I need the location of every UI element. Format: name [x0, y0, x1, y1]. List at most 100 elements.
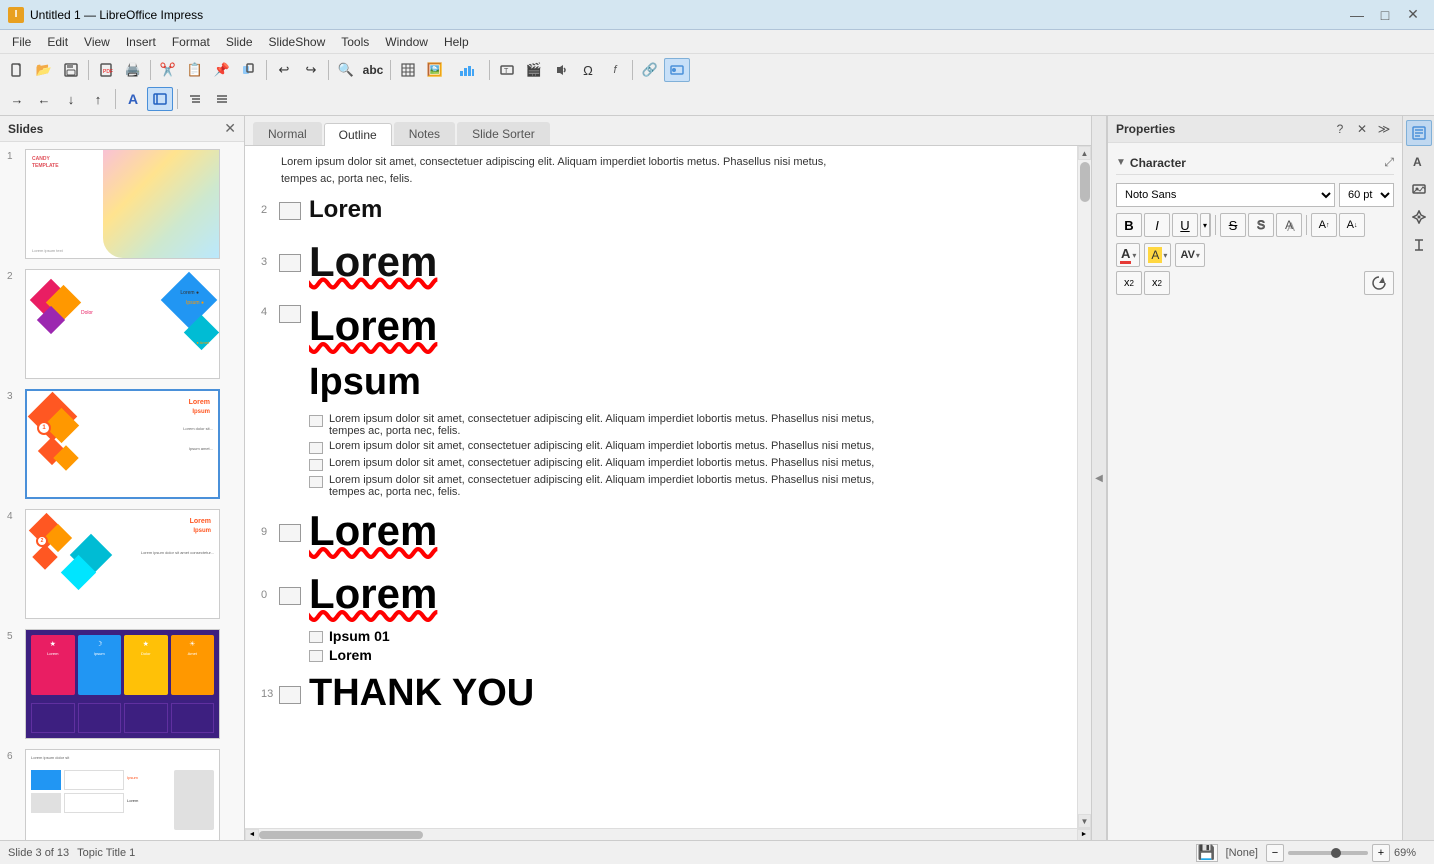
- menu-slide[interactable]: Slide: [218, 33, 261, 51]
- arrow-up-button[interactable]: ↑: [85, 87, 111, 111]
- insert-image-button[interactable]: 🖼️: [422, 58, 448, 82]
- minimize-button[interactable]: —: [1344, 5, 1370, 25]
- maximize-button[interactable]: □: [1372, 5, 1398, 25]
- save-status-button[interactable]: 💾: [1196, 844, 1218, 862]
- new-button[interactable]: [4, 58, 30, 82]
- undo-button[interactable]: ↩: [271, 58, 297, 82]
- insert-textbox-button[interactable]: T: [494, 58, 520, 82]
- hscroll-thumb[interactable]: [259, 831, 423, 839]
- arrow-left-button[interactable]: ←: [31, 87, 57, 111]
- open-button[interactable]: 📂: [31, 58, 57, 82]
- menu-view[interactable]: View: [76, 33, 118, 51]
- zoom-out-button[interactable]: −: [1266, 844, 1284, 862]
- properties-help-button[interactable]: ?: [1330, 120, 1350, 138]
- slide-item-6[interactable]: 6 Lorem ipsum dolor sit Ipsum Lorem: [4, 746, 240, 840]
- gallery-panel-icon[interactable]: [1406, 176, 1432, 202]
- print-button[interactable]: 🖨️: [120, 58, 146, 82]
- menu-help[interactable]: Help: [436, 33, 477, 51]
- hscroll-right-arrow[interactable]: ►: [1077, 829, 1091, 841]
- menu-tools[interactable]: Tools: [333, 33, 377, 51]
- slide-item-3[interactable]: 3 1 Lorem Ipsum Lorem dolor sit... Ipsum…: [4, 386, 240, 502]
- insert-special-button[interactable]: Ω: [575, 58, 601, 82]
- decrease-font-button[interactable]: A↓: [1339, 213, 1365, 237]
- slide-item-1[interactable]: 1 CANDYTEMPLATE Lorem ipsum text: [4, 146, 240, 262]
- insert-movie-button[interactable]: 🎬: [521, 58, 547, 82]
- menu-file[interactable]: File: [4, 33, 39, 51]
- tab-normal[interactable]: Normal: [253, 122, 322, 145]
- scroll-up-arrow[interactable]: ▲: [1078, 146, 1091, 160]
- subscript-button[interactable]: x2: [1144, 271, 1170, 295]
- underline-button[interactable]: U: [1172, 213, 1198, 237]
- outline-button[interactable]: S: [1248, 213, 1274, 237]
- zoom-slider[interactable]: [1288, 851, 1368, 855]
- export-pdf-button[interactable]: PDF: [93, 58, 119, 82]
- outline-increase[interactable]: [182, 87, 208, 111]
- vertical-scrollbar[interactable]: ▲ ▼: [1077, 146, 1091, 828]
- properties-close-button[interactable]: ✕: [1352, 120, 1372, 138]
- copy-button[interactable]: 📋: [182, 58, 208, 82]
- highlight-dropdown[interactable]: ▾: [1163, 251, 1167, 260]
- zoom-button[interactable]: 🔍: [333, 58, 359, 82]
- close-button[interactable]: ✕: [1400, 5, 1426, 25]
- menu-format[interactable]: Format: [164, 33, 218, 51]
- menu-edit[interactable]: Edit: [39, 33, 76, 51]
- italic-button[interactable]: I: [1144, 213, 1170, 237]
- outline-decrease[interactable]: [209, 87, 235, 111]
- menu-window[interactable]: Window: [377, 33, 436, 51]
- scroll-down-arrow[interactable]: ▼: [1078, 814, 1091, 828]
- insert-table-button[interactable]: [395, 58, 421, 82]
- strikethrough-button[interactable]: S: [1220, 213, 1246, 237]
- highlight-color-button[interactable]: A ▾: [1144, 243, 1171, 267]
- section-expand-icon[interactable]: ⤢: [1384, 155, 1394, 170]
- character-spacing-button[interactable]: AV ▾: [1175, 243, 1204, 267]
- outline-content[interactable]: Lorem ipsum dolor sit amet, consectetuer…: [245, 146, 1077, 828]
- slides-panel-close[interactable]: ✕: [224, 120, 236, 137]
- save-button[interactable]: [58, 58, 84, 82]
- zoom-in-button[interactable]: +: [1372, 844, 1390, 862]
- styles-panel-icon[interactable]: A: [1406, 148, 1432, 174]
- menu-insert[interactable]: Insert: [118, 33, 164, 51]
- font-color-button[interactable]: A ▾: [1116, 243, 1140, 267]
- insert-formula-button[interactable]: f: [602, 58, 628, 82]
- properties-panel-icon[interactable]: [1406, 120, 1432, 146]
- slide-item-2[interactable]: 2 Lorem ● Ipsum ● Dolor ● Amet: [4, 266, 240, 382]
- bold-button[interactable]: B: [1116, 213, 1142, 237]
- increase-font-button[interactable]: A↑: [1311, 213, 1337, 237]
- tab-notes[interactable]: Notes: [394, 122, 455, 145]
- slide-item-4[interactable]: 4 2 Lorem Ipsum Lorem ipsum dolor sit am…: [4, 506, 240, 622]
- slides-list[interactable]: 1 CANDYTEMPLATE Lorem ipsum text 2 Lorem…: [0, 142, 244, 840]
- font-size-select[interactable]: 60 pt 8 pt 10 pt 12 pt 14 pt 18 pt 24 pt…: [1339, 183, 1394, 207]
- font-color-dropdown[interactable]: ▾: [1132, 251, 1136, 260]
- font-name-select[interactable]: Noto Sans Arial Times New Roman: [1116, 183, 1335, 207]
- hscroll-left-arrow[interactable]: ◄: [245, 829, 259, 841]
- horizontal-scrollbar[interactable]: ◄ ►: [245, 828, 1091, 840]
- forms-button[interactable]: [664, 58, 690, 82]
- arrow-right-button[interactable]: →: [4, 87, 30, 111]
- insert-audio-button[interactable]: [548, 58, 574, 82]
- underline-options[interactable]: ▾: [1200, 213, 1211, 237]
- tab-outline[interactable]: Outline: [324, 123, 392, 146]
- reset-character-button[interactable]: [1364, 271, 1394, 295]
- slide-item-5[interactable]: 5 ★ Lorem ☽ Ipsum ★ Dolor: [4, 626, 240, 742]
- character-section-header[interactable]: ▼ Character ⤢: [1116, 151, 1394, 175]
- properties-more-button[interactable]: ≫: [1374, 120, 1394, 138]
- clone-button[interactable]: [236, 58, 262, 82]
- insert-hyperlink-button[interactable]: 🔗: [637, 58, 663, 82]
- navigator-icon[interactable]: [1406, 204, 1432, 230]
- shadow-button[interactable]: A: [1276, 213, 1302, 237]
- scroll-thumb[interactable]: [1080, 162, 1090, 202]
- tab-slide-sorter[interactable]: Slide Sorter: [457, 122, 550, 145]
- paste-button[interactable]: 📌: [209, 58, 235, 82]
- menu-slideshow[interactable]: SlideShow: [261, 33, 334, 51]
- collapse-handle[interactable]: ◀: [1091, 116, 1107, 840]
- text-box-button[interactable]: [147, 87, 173, 111]
- char-format-button[interactable]: A: [120, 87, 146, 111]
- insert-chart-button[interactable]: [449, 58, 485, 82]
- superscript-button[interactable]: x2: [1116, 271, 1142, 295]
- arrow-down-button[interactable]: ↓: [58, 87, 84, 111]
- zoom-slider-thumb[interactable]: [1331, 848, 1341, 858]
- redo-button[interactable]: ↪: [298, 58, 324, 82]
- functions-icon[interactable]: [1406, 232, 1432, 258]
- spellcheck-button[interactable]: abc: [360, 58, 386, 82]
- cut-button[interactable]: ✂️: [155, 58, 181, 82]
